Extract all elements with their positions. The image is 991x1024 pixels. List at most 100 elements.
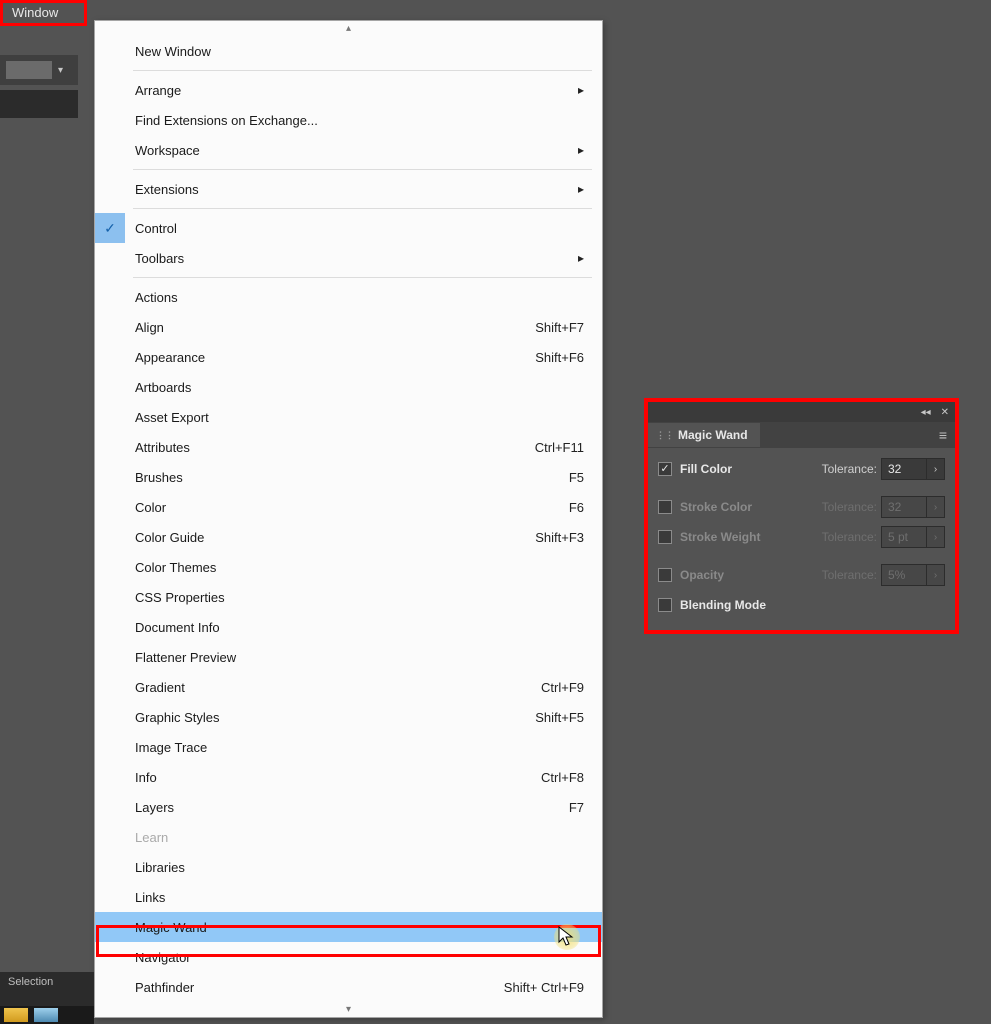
selection-tab[interactable]: Selection [0,972,94,1008]
highlight-magic-wand-panel: ◂◂ ✕ ⋮⋮ Magic Wand ≡ Fill Color Toleranc… [644,398,959,634]
submenu-arrow-icon: ▸ [578,182,584,196]
menu-label: Links [135,890,584,905]
menu-color[interactable]: ColorF6 [95,492,602,522]
checkbox-blending-mode[interactable] [658,598,672,612]
tolerance-step-icon: › [927,526,945,548]
menu-label: Navigator [135,950,584,965]
menu-shortcut: Ctrl+F9 [541,680,584,695]
menu-libraries[interactable]: Libraries [95,852,602,882]
menu-separator [133,277,592,278]
checkbox-stroke-color[interactable] [658,500,672,514]
menu-gradient[interactable]: GradientCtrl+F9 [95,672,602,702]
collapse-icon[interactable]: ◂◂ [921,407,931,418]
cursor-icon [554,918,586,950]
menu-scroll-down-icon[interactable]: ▾ [95,1002,602,1017]
menu-label: Appearance [135,350,535,365]
menu-shortcut: F6 [569,500,584,515]
menu-label: Color [135,500,569,515]
menu-workspace[interactable]: Workspace ▸ [95,135,602,165]
menu-label: Magic Wand [135,920,584,935]
menu-label: Control [135,221,584,236]
menu-control[interactable]: ✓ Control [95,213,602,243]
panel-tab-magic-wand[interactable]: ⋮⋮ Magic Wand [648,423,760,447]
menu-label: Graphic Styles [135,710,535,725]
menu-label: Arrange [135,83,578,98]
option-label: Blending Mode [680,598,945,612]
window-menu-dropdown: ▴ New Window Arrange ▸ Find Extensions o… [94,20,603,1018]
option-stroke-weight[interactable]: Stroke Weight Tolerance: 5 pt › [658,522,945,552]
option-fill-color[interactable]: Fill Color Tolerance: 32 › [658,454,945,484]
menu-label: Learn [135,830,584,845]
menu-label: Gradient [135,680,541,695]
submenu-arrow-icon: ▸ [578,251,584,265]
menu-label: Libraries [135,860,584,875]
menu-learn: Learn [95,822,602,852]
tolerance-input-opacity: 5% [881,564,927,586]
option-label: Fill Color [680,462,822,476]
menu-attributes[interactable]: AttributesCtrl+F11 [95,432,602,462]
fill-swatch-area: ▾ [0,55,78,85]
menu-scroll-up-icon[interactable]: ▴ [95,21,602,36]
menu-artboards[interactable]: Artboards [95,372,602,402]
menu-links[interactable]: Links [95,882,602,912]
menu-label: Color Guide [135,530,535,545]
menu-new-window[interactable]: New Window [95,36,602,66]
menu-pathfinder[interactable]: PathfinderShift+ Ctrl+F9 [95,972,602,1002]
menu-shortcut: Shift+ Ctrl+F9 [504,980,584,995]
taskbar-item[interactable] [4,1008,28,1022]
menu-label: Align [135,320,535,335]
taskbar-item[interactable] [34,1008,58,1022]
menu-asset-export[interactable]: Asset Export [95,402,602,432]
menu-color-themes[interactable]: Color Themes [95,552,602,582]
menu-label: Workspace [135,143,578,158]
menu-label: Document Info [135,620,584,635]
menu-label: New Window [135,44,584,59]
menu-arrange[interactable]: Arrange ▸ [95,75,602,105]
checkbox-fill-color[interactable] [658,462,672,476]
menu-shortcut: Shift+F7 [535,320,584,335]
menu-image-trace[interactable]: Image Trace [95,732,602,762]
menu-layers[interactable]: LayersF7 [95,792,602,822]
panel-titlebar[interactable]: ◂◂ ✕ [648,402,955,422]
swatch-dropdown-icon[interactable]: ▾ [58,65,63,76]
checkbox-stroke-weight[interactable] [658,530,672,544]
menu-flattener-preview[interactable]: Flattener Preview [95,642,602,672]
taskbar-fragment [0,1006,94,1024]
option-opacity[interactable]: Opacity Tolerance: 5% › [658,560,945,590]
menu-document-info[interactable]: Document Info [95,612,602,642]
menu-navigator[interactable]: Navigator [95,942,602,972]
submenu-arrow-icon: ▸ [578,143,584,157]
tolerance-step-icon[interactable]: › [927,458,945,480]
close-icon[interactable]: ✕ [941,407,949,418]
option-stroke-color[interactable]: Stroke Color Tolerance: 32 › [658,492,945,522]
option-label: Stroke Color [680,500,822,514]
tolerance-input-fill[interactable]: 32 [881,458,927,480]
menu-label: Asset Export [135,410,584,425]
menu-info[interactable]: InfoCtrl+F8 [95,762,602,792]
selection-tab-label: Selection [8,976,86,988]
menu-label: CSS Properties [135,590,584,605]
menu-appearance[interactable]: AppearanceShift+F6 [95,342,602,372]
menu-magic-wand[interactable]: Magic Wand [95,912,602,942]
menu-label: Attributes [135,440,535,455]
menu-brushes[interactable]: BrushesF5 [95,462,602,492]
menu-shortcut: Ctrl+F11 [535,440,584,455]
menu-find-extensions[interactable]: Find Extensions on Exchange... [95,105,602,135]
menu-color-guide[interactable]: Color GuideShift+F3 [95,522,602,552]
checkbox-opacity[interactable] [658,568,672,582]
menu-extensions[interactable]: Extensions ▸ [95,174,602,204]
tolerance-label: Tolerance: [822,500,877,514]
menu-actions[interactable]: Actions [95,282,602,312]
fill-swatch[interactable] [6,61,52,79]
menu-css-properties[interactable]: CSS Properties [95,582,602,612]
menu-label: Pathfinder [135,980,504,995]
menubar-window[interactable]: Window [0,0,70,25]
tolerance-step-icon: › [927,564,945,586]
menu-label: Extensions [135,182,578,197]
panel-flyout-menu-icon[interactable]: ≡ [931,423,955,447]
menu-label: Actions [135,290,584,305]
menu-toolbars[interactable]: Toolbars ▸ [95,243,602,273]
menu-graphic-styles[interactable]: Graphic StylesShift+F5 [95,702,602,732]
menu-align[interactable]: AlignShift+F7 [95,312,602,342]
option-blending-mode[interactable]: Blending Mode [658,590,945,620]
